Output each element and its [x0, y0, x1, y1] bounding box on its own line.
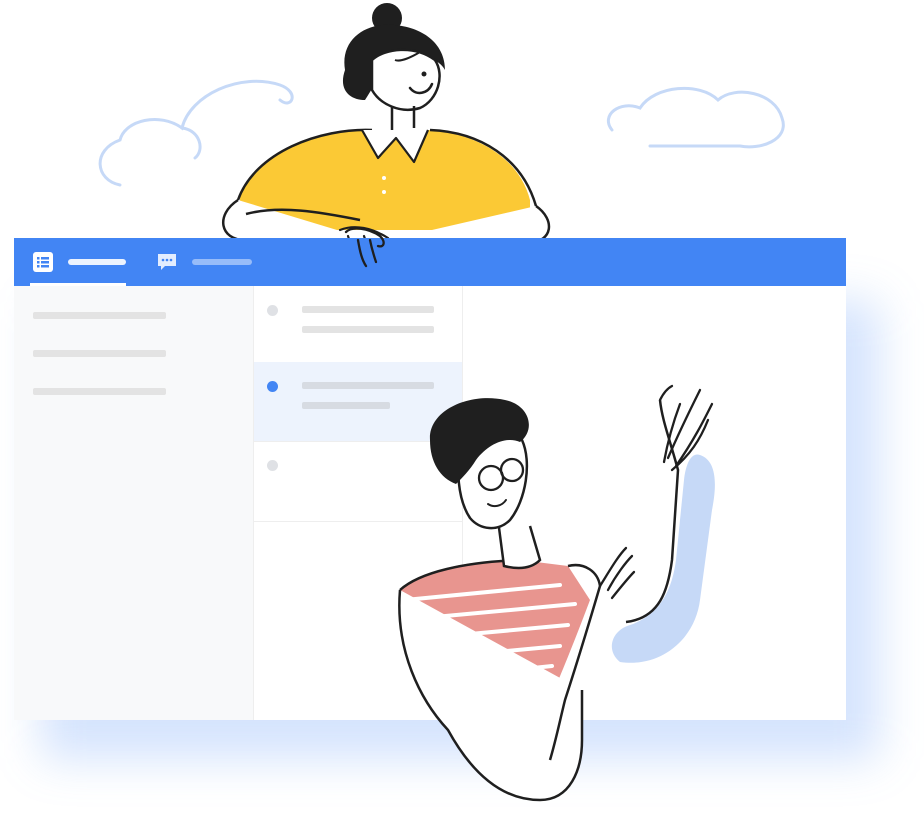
illustration-stage	[0, 0, 924, 824]
man-figure	[398, 384, 715, 802]
